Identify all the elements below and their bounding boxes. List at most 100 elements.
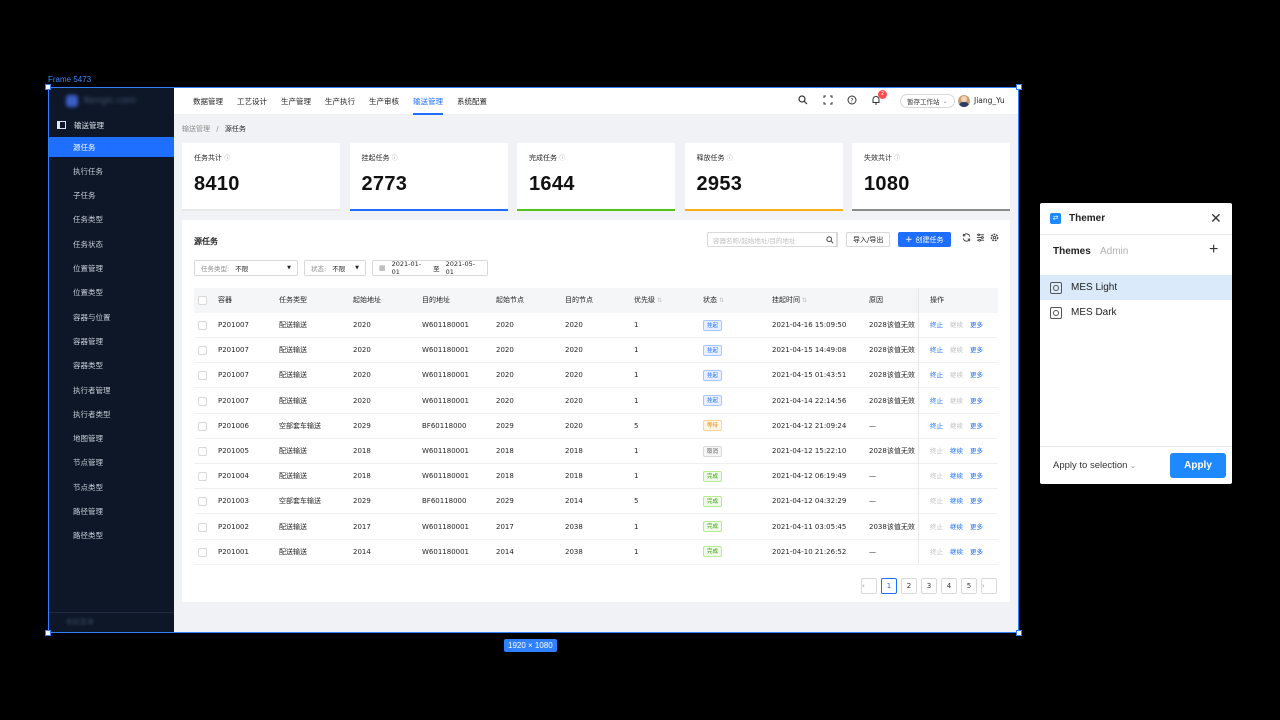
row-checkbox[interactable] [198,421,207,431]
column-header[interactable]: 优先级 ⇅ [634,288,662,313]
row-checkbox[interactable] [198,522,207,532]
table-row[interactable]: P201007 配送输送 2020 W601180001 2020 2020 1 挂起 2021… [194,389,998,414]
sidebar-item[interactable]: 任务类型 [48,210,174,230]
date-range-picker[interactable]: ▦ 2021-01-01 至 2021-05-01 [372,260,488,276]
sidebar-item[interactable]: 容器与位置 [48,307,174,327]
close-icon[interactable]: ✕ [1210,210,1222,227]
sidebar-item[interactable]: 路径类型 [48,526,174,546]
terminate-link[interactable]: 终止 [930,363,943,388]
sidebar-item[interactable]: 任务状态 [48,234,174,254]
resize-handle-tr[interactable] [1016,84,1022,90]
tab-admin[interactable]: Admin [1100,246,1128,257]
more-link[interactable]: 更多 [970,414,983,439]
search-button[interactable] [822,232,838,247]
column-header[interactable]: 挂起时间 ⇅ [772,288,807,313]
next-page-button[interactable]: › [981,578,997,594]
table-row[interactable]: P201007 配送输送 2020 W601180001 2020 2020 1 挂起 2021… [194,363,998,389]
more-link[interactable]: 更多 [970,489,983,514]
sidebar-item[interactable]: 路径管理 [48,502,174,522]
sidebar-item[interactable]: 位置类型 [48,283,174,303]
more-link[interactable]: 更多 [970,313,983,338]
task-type-filter[interactable]: 任务类型: 不限 ▼ [194,260,298,276]
more-link[interactable]: 更多 [970,363,983,388]
theme-item-mes-light[interactable]: MES Light [1040,275,1232,300]
theme-item-mes-dark[interactable]: MES Dark [1040,300,1232,325]
add-theme-icon[interactable]: + [1209,241,1218,259]
fullscreen-icon[interactable] [822,95,834,107]
page-button[interactable]: 4 [941,578,957,594]
top-nav-item[interactable]: 生产执行 [318,87,362,115]
sidebar-item[interactable]: 源任务 [48,137,174,157]
more-link[interactable]: 更多 [970,464,983,489]
resize-handle-br[interactable] [1016,630,1022,636]
refresh-icon[interactable] [960,233,972,245]
sort-icon[interactable]: ⇅ [802,297,807,304]
breadcrumb-parent[interactable]: 输送管理 [182,125,210,133]
row-checkbox[interactable] [198,396,207,406]
search-icon[interactable] [797,95,809,107]
table-row[interactable]: P201005 配送输送 2018 W601180001 2018 2018 1 取消 2021… [194,439,998,464]
gear-icon[interactable] [988,233,1000,245]
continue-link[interactable]: 继续 [950,439,963,464]
sidebar-item[interactable]: 执行者类型 [48,404,174,424]
row-checkbox[interactable] [198,371,207,381]
continue-link[interactable]: 继续 [950,540,963,565]
user-name[interactable]: Jiang_Yu [974,96,1005,105]
top-nav-item[interactable]: 数据管理 [186,87,230,115]
sidebar-item[interactable]: 容器管理 [48,331,174,351]
sort-icon[interactable]: ⇅ [719,297,724,304]
resize-handle-bl[interactable] [45,630,51,636]
row-checkbox[interactable] [198,497,207,507]
column-header[interactable]: 状态 ⇅ [703,288,724,313]
station-selector[interactable]: 暂存工作站 ⌄ [900,94,955,108]
top-nav-item[interactable]: 生产管理 [274,87,318,115]
row-checkbox[interactable] [198,547,207,557]
sidebar-item[interactable]: 节点类型 [48,477,174,497]
table-row[interactable]: P201003 空部套车输送 2029 BF60118000 2029 2014 5 完成 20… [194,489,998,515]
sort-icon[interactable]: ⇅ [657,297,662,304]
sidebar-group-transport[interactable]: 输送管理 [48,115,174,135]
help-icon[interactable]: ? [846,95,858,107]
top-nav-item[interactable]: 生产审核 [362,87,406,115]
continue-link[interactable]: 继续 [950,489,963,514]
apply-to-selector[interactable]: Apply to selection ⌄ [1053,460,1136,471]
import-export-button[interactable]: 导入/导出 [846,232,891,247]
select-all-checkbox[interactable] [198,296,207,305]
top-nav-item[interactable]: 系统配置 [450,87,494,115]
sidebar-item[interactable]: 容器类型 [48,356,174,376]
apply-button[interactable]: Apply [1170,453,1226,478]
top-nav-item[interactable]: 输送管理 [406,87,450,115]
search-input[interactable]: 容器名称/起始地址/目的地址 [707,232,837,247]
sidebar-item[interactable]: 地图管理 [48,429,174,449]
terminate-link[interactable]: 终止 [930,389,943,414]
create-task-button[interactable]: + 创建任务 [898,232,951,247]
terminate-link[interactable]: 终止 [930,313,943,338]
more-link[interactable]: 更多 [970,515,983,540]
page-button[interactable]: 5 [961,578,977,594]
page-button[interactable]: 1 [881,578,897,594]
sidebar-item[interactable]: 节点管理 [48,453,174,473]
table-row[interactable]: P201007 配送输送 2020 W601180001 2020 2020 1 挂起 2021… [194,338,998,364]
table-row[interactable]: P201006 空部套车输送 2029 BF60118000 2029 2020 5 等待 20… [194,414,998,439]
sidebar-item[interactable]: 位置管理 [48,259,174,279]
top-nav-item[interactable]: 工艺设计 [230,87,274,115]
sidebar-item[interactable]: 执行者管理 [48,380,174,400]
column-settings-icon[interactable] [974,233,986,245]
sidebar-footer[interactable]: 收起菜单 [66,617,94,627]
prev-page-button[interactable]: ‹ [861,578,877,594]
more-link[interactable]: 更多 [970,389,983,414]
terminate-link[interactable]: 终止 [930,414,943,439]
more-link[interactable]: 更多 [970,439,983,464]
terminate-link[interactable]: 终止 [930,338,943,363]
table-row[interactable]: P201007 配送输送 2020 W601180001 2020 2020 1 挂起 2021… [194,313,998,338]
page-button[interactable]: 2 [901,578,917,594]
row-checkbox[interactable] [198,447,207,456]
table-row[interactable]: P201001 配送输送 2014 W601180001 2014 2038 1 完成 2021… [194,540,998,565]
row-checkbox[interactable] [198,321,207,330]
table-row[interactable]: P201004 配送输送 2018 W601180001 2018 2018 1 完成 2021… [194,464,998,490]
continue-link[interactable]: 继续 [950,464,963,489]
status-filter[interactable]: 状态: 不限 ▼ [304,260,366,276]
continue-link[interactable]: 继续 [950,515,963,540]
more-link[interactable]: 更多 [970,338,983,363]
sidebar-item[interactable]: 执行任务 [48,161,174,181]
